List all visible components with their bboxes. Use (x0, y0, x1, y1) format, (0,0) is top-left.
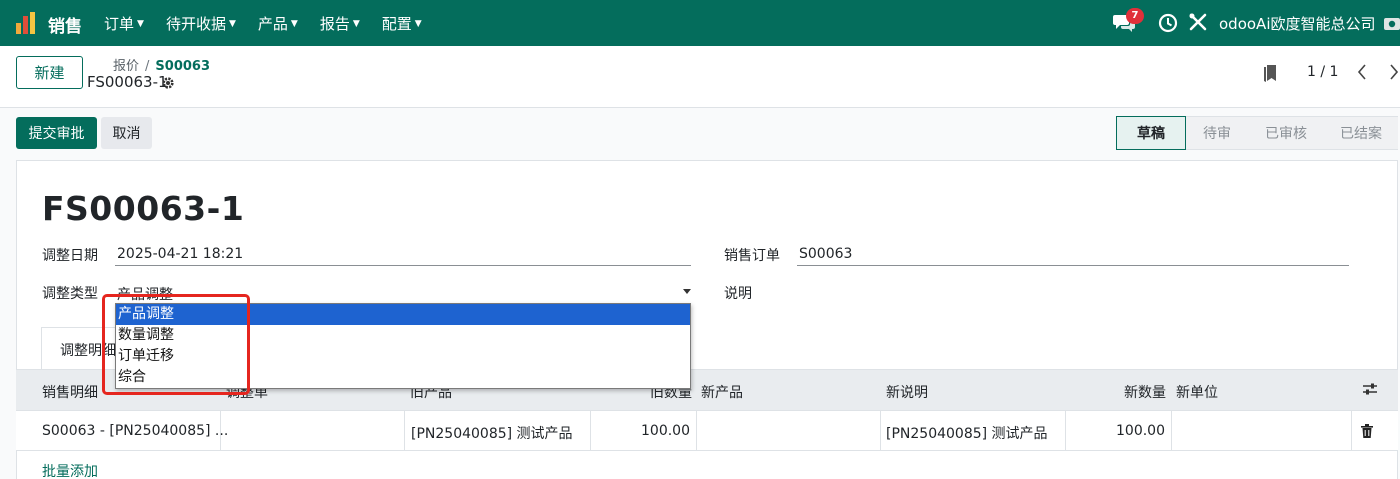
menu-configuration[interactable]: 配置 ▼ (382, 13, 422, 34)
tab-adjust-details-label: 调整明细 (60, 343, 116, 359)
clock-icon[interactable] (1158, 13, 1178, 33)
status-closed-label: 已结案 (1340, 126, 1382, 142)
dropdown-option[interactable]: 产品调整 (116, 304, 690, 325)
row-old-qty-text: 100.00 (641, 423, 690, 439)
pager-value[interactable]: 1 / 1 (1307, 64, 1338, 80)
select-caret-icon[interactable] (683, 289, 691, 294)
chevron-right-icon[interactable] (1388, 63, 1400, 81)
dropdown-option[interactable]: 订单迁移 (116, 346, 690, 367)
note-label: 说明 (724, 286, 752, 302)
row-cell-new-qty[interactable]: 100.00 (1066, 411, 1172, 451)
row-cell-old-qty[interactable]: 100.00 (591, 411, 697, 451)
bookmark-icon[interactable] (1263, 64, 1277, 82)
camera-icon[interactable] (1383, 14, 1400, 32)
chat-badge: 7 (1126, 8, 1144, 24)
caret-down-icon: ▼ (228, 18, 236, 29)
record-title: FS00063-1 (42, 189, 245, 228)
row-cell-new-description[interactable]: [PN25040085] 测试产品 (881, 411, 1066, 451)
tools-icon[interactable] (1188, 12, 1208, 32)
sale-order-label: 销售订单 (724, 248, 780, 264)
adjust-type-select[interactable]: 产品调整 (117, 284, 173, 304)
submit-approval-button[interactable]: 提交审批 (16, 117, 97, 149)
menu-reporting-label: 报告 (319, 15, 350, 33)
menu-configuration-label: 配置 (381, 15, 412, 33)
cancel-button[interactable]: 取消 (101, 117, 152, 149)
row-sale-line-text: S00063 - [PN25040085] ... (42, 423, 229, 439)
breadcrumb-separator: / (145, 59, 150, 74)
company-switcher[interactable]: odooAi欧度智能总公司 (1219, 13, 1375, 34)
row-new-qty-text: 100.00 (1116, 423, 1165, 439)
status-pending[interactable]: 待审 (1186, 116, 1248, 150)
row-cell-old-product[interactable]: [PN25040085] 测试产品 (405, 411, 591, 451)
row-cell-new-uom[interactable] (1172, 411, 1352, 451)
app-name[interactable]: 销售 (48, 12, 82, 37)
adjust-date-field[interactable]: 2025-04-21 18:21 (117, 246, 243, 262)
control-panel: 新建 报价 / S00063 FS00063-1 1 / 1 (0, 46, 1400, 108)
col-new-uom[interactable]: 新单位 (1176, 382, 1218, 402)
status-approved[interactable]: 已审核 (1248, 116, 1324, 150)
status-closed[interactable]: 已结案 (1324, 116, 1398, 150)
main-menu: 订单 ▼ 待开收据 ▼ 产品 ▼ 报告 ▼ 配置 ▼ (104, 13, 444, 34)
table-row[interactable]: S00063 - [PN25040085] ... [PN25040085] 测… (16, 411, 1398, 451)
dropdown-option[interactable]: 综合 (116, 367, 690, 388)
row-new-description-text: [PN25040085] 测试产品 (886, 426, 1048, 442)
col-sale-line[interactable]: 销售明细 (42, 382, 98, 402)
menu-to-invoice-label: 待开收据 (165, 15, 226, 33)
col-new-description[interactable]: 新说明 (886, 382, 928, 402)
new-button[interactable]: 新建 (16, 56, 83, 89)
gear-icon[interactable] (161, 76, 175, 90)
status-draft[interactable]: 草稿 (1116, 116, 1186, 150)
menu-products-label: 产品 (257, 15, 288, 33)
trash-icon[interactable] (1361, 424, 1373, 438)
row-cell-sale-line[interactable]: S00063 - [PN25040085] ... (16, 411, 228, 451)
caret-down-icon: ▼ (290, 18, 298, 29)
top-navbar: 销售 订单 ▼ 待开收据 ▼ 产品 ▼ 报告 ▼ 配置 ▼ 7 odooAi欧度智能总公司 (0, 0, 1400, 46)
menu-to-invoice[interactable]: 待开收据 ▼ (166, 13, 236, 34)
chevron-left-icon[interactable] (1356, 63, 1368, 81)
record-name: FS00063-1 (87, 73, 168, 91)
caret-down-icon: ▼ (137, 18, 144, 29)
column-settings-icon[interactable] (1362, 381, 1378, 397)
menu-products[interactable]: 产品 ▼ (258, 13, 298, 34)
bulk-add-link[interactable]: 批量添加 (42, 461, 98, 479)
col-new-qty[interactable]: 新数量 (1110, 382, 1166, 402)
breadcrumb-parent[interactable]: 报价 (113, 59, 139, 74)
sale-order-underline (797, 265, 1349, 266)
status-draft-label: 草稿 (1137, 126, 1165, 142)
caret-down-icon: ▼ (352, 18, 360, 29)
row-cell-adjust-order[interactable] (221, 411, 405, 451)
col-new-product[interactable]: 新产品 (701, 382, 743, 402)
breadcrumb-current[interactable]: S00063 (155, 59, 210, 74)
row-cell-new-product[interactable] (697, 411, 881, 451)
adjust-type-dropdown: 产品调整 数量调整 订单迁移 综合 (115, 303, 691, 389)
adjust-date-underline (115, 265, 691, 266)
status-bar: 草稿 待审 已审核 已结案 (1116, 116, 1398, 150)
adjust-date-label: 调整日期 (42, 248, 98, 264)
sale-order-field[interactable]: S00063 (799, 246, 852, 262)
status-pending-label: 待审 (1203, 126, 1231, 142)
caret-down-icon: ▼ (414, 18, 422, 29)
dropdown-option[interactable]: 数量调整 (116, 325, 690, 346)
menu-orders[interactable]: 订单 ▼ (104, 13, 144, 34)
adjust-type-label: 调整类型 (42, 286, 98, 302)
breadcrumb: 报价 / S00063 (113, 55, 210, 74)
menu-orders-label: 订单 (104, 15, 135, 33)
row-old-product-text: [PN25040085] 测试产品 (411, 426, 573, 442)
menu-reporting[interactable]: 报告 ▼ (320, 13, 360, 34)
status-approved-label: 已审核 (1265, 126, 1307, 142)
app-logo-icon[interactable] (14, 11, 38, 35)
